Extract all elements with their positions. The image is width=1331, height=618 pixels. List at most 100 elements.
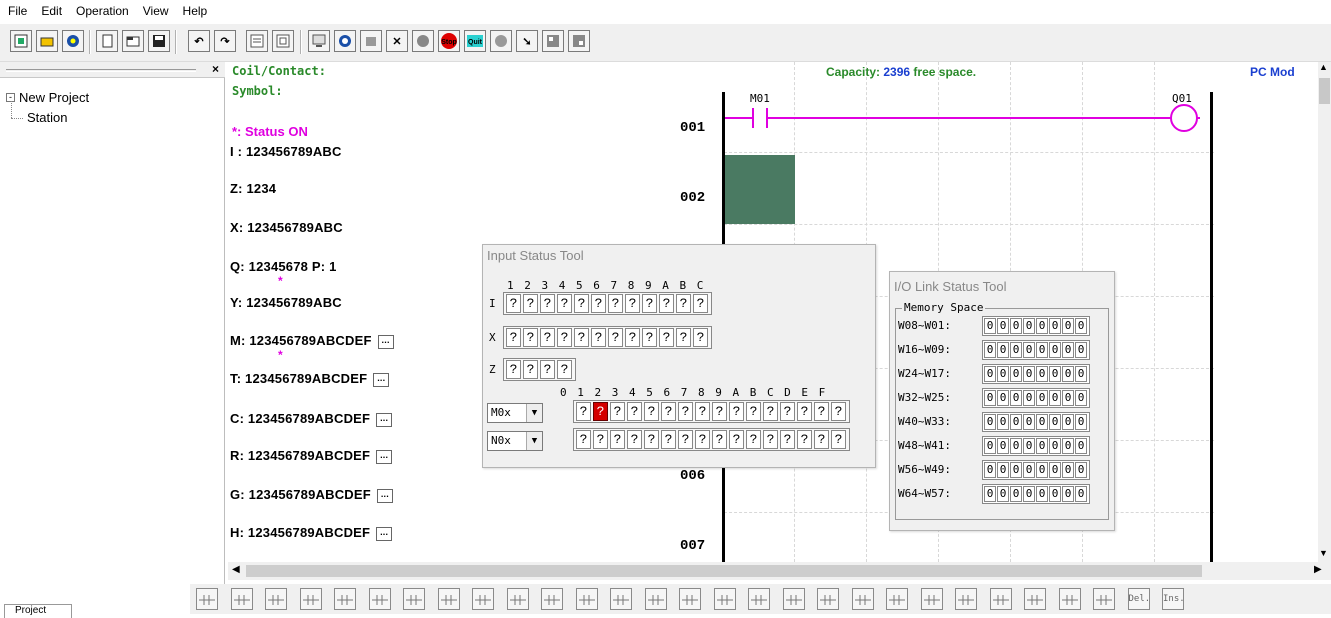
- input-m-cell[interactable]: ?: [763, 402, 778, 421]
- input-n-cell[interactable]: ?: [797, 430, 812, 449]
- n-select[interactable]: N0x ▼: [487, 431, 543, 451]
- input-m-cell[interactable]: ?: [831, 402, 846, 421]
- input-x-cell[interactable]: ?: [693, 328, 708, 347]
- input-m-cell[interactable]: ?: [729, 402, 744, 421]
- l-func-button[interactable]: [713, 588, 736, 610]
- p-func-button[interactable]: [679, 588, 701, 610]
- tool-icon[interactable]: ✕: [386, 30, 408, 52]
- y-coil-button[interactable]: [334, 588, 356, 610]
- ar-func-button[interactable]: [886, 588, 908, 610]
- input-z-cell[interactable]: ?: [557, 360, 572, 379]
- input-x-cell[interactable]: ?: [523, 328, 538, 347]
- horizontal-scrollbar[interactable]: ◀ ▶: [228, 562, 1331, 580]
- input-n-cell[interactable]: ?: [712, 430, 727, 449]
- menu-edit[interactable]: Edit: [39, 4, 64, 18]
- input-x-cell[interactable]: ?: [574, 328, 589, 347]
- input-n-cell[interactable]: ?: [746, 430, 761, 449]
- input-z-cell[interactable]: ?: [523, 360, 538, 379]
- earth-icon[interactable]: [412, 30, 434, 52]
- input-m-cell[interactable]: ?: [627, 402, 642, 421]
- input-n-cell[interactable]: ?: [729, 430, 744, 449]
- input-n-cell[interactable]: ?: [576, 430, 591, 449]
- lg-func-button[interactable]: [1024, 588, 1046, 610]
- input-x-cell[interactable]: ?: [506, 328, 521, 347]
- m-coil-button[interactable]: [368, 588, 391, 610]
- help-icon[interactable]: [62, 30, 84, 52]
- z-contact-button[interactable]: [265, 588, 287, 610]
- input-i-cell[interactable]: ?: [642, 294, 657, 313]
- input-n-cell[interactable]: ?: [610, 430, 625, 449]
- input-m-cell[interactable]: ?: [678, 402, 693, 421]
- input-i-cell[interactable]: ?: [693, 294, 708, 313]
- dr-func-button[interactable]: [955, 588, 977, 610]
- del-func-button[interactable]: Del.: [1127, 588, 1150, 610]
- cell-cursor[interactable]: [725, 155, 795, 224]
- t-coil-button[interactable]: [437, 588, 460, 610]
- menu-help[interactable]: Help: [181, 4, 210, 18]
- stop-run-icon[interactable]: Stop: [438, 30, 460, 52]
- q-coil-button[interactable]: [299, 588, 322, 610]
- input-n-cell[interactable]: ?: [763, 430, 778, 449]
- input-m-cell[interactable]: ?: [797, 402, 812, 421]
- redo-icon[interactable]: ↷: [214, 30, 236, 52]
- input-z-cell[interactable]: ?: [540, 360, 555, 379]
- h-func-button[interactable]: [644, 588, 667, 610]
- as-func-button[interactable]: [748, 588, 770, 610]
- scroll-up-icon[interactable]: ▲: [1319, 62, 1328, 72]
- circle-icon[interactable]: [490, 30, 512, 52]
- input-x-cell[interactable]: ?: [591, 328, 606, 347]
- fit-icon[interactable]: [272, 30, 294, 52]
- grid-icon[interactable]: [542, 30, 564, 52]
- close-pane-icon[interactable]: ×: [212, 62, 219, 76]
- n-coil-button[interactable]: [403, 588, 425, 610]
- input-x-cell[interactable]: ?: [642, 328, 657, 347]
- stop-icon[interactable]: [360, 30, 382, 52]
- scroll-right-icon[interactable]: ▶: [1314, 564, 1322, 575]
- i-contact-button[interactable]: [196, 588, 218, 610]
- input-i-cell[interactable]: ?: [608, 294, 623, 313]
- open-icon[interactable]: [122, 30, 144, 52]
- r-coil-button[interactable]: [506, 588, 529, 610]
- input-m-cell[interactable]: ?: [610, 402, 625, 421]
- tree-node-root[interactable]: - New Project: [6, 90, 89, 105]
- input-x-cell[interactable]: ?: [659, 328, 674, 347]
- input-x-cell[interactable]: ?: [676, 328, 691, 347]
- md-func-button[interactable]: [782, 588, 805, 610]
- scroll-thumb[interactable]: [1319, 78, 1330, 104]
- input-m-cell[interactable]: ?: [712, 402, 727, 421]
- line-func-button[interactable]: [1058, 588, 1081, 610]
- mu-func-button[interactable]: [989, 588, 1012, 610]
- input-m-cell[interactable]: ?: [780, 402, 795, 421]
- input-n-cell[interactable]: ?: [814, 430, 829, 449]
- input-i-cell[interactable]: ?: [557, 294, 572, 313]
- scroll-thumb[interactable]: [246, 565, 1202, 577]
- input-n-cell[interactable]: ?: [627, 430, 642, 449]
- mx-func-button[interactable]: [851, 588, 874, 610]
- c-more-button[interactable]: ...: [376, 412, 393, 427]
- undo-icon[interactable]: ↶: [188, 30, 210, 52]
- pi-func-button[interactable]: [817, 588, 839, 610]
- d-func-button[interactable]: [610, 588, 632, 610]
- m-more-button[interactable]: ...: [377, 334, 394, 349]
- quit-icon[interactable]: Quit: [464, 30, 486, 52]
- c-coil-button[interactable]: [472, 588, 494, 610]
- input-i-cell[interactable]: ?: [659, 294, 674, 313]
- input-i-cell[interactable]: ?: [540, 294, 555, 313]
- h-more-button[interactable]: ...: [376, 526, 393, 541]
- f-coil-button[interactable]: [575, 588, 598, 610]
- scroll-left-icon[interactable]: ◀: [232, 564, 240, 575]
- input-n-cell[interactable]: ?: [831, 430, 846, 449]
- m-select[interactable]: M0x ▼: [487, 403, 543, 423]
- ins-func-button[interactable]: Ins.: [1162, 588, 1185, 610]
- input-n-cell[interactable]: ?: [780, 430, 795, 449]
- input-x-cell[interactable]: ?: [557, 328, 572, 347]
- r-more-button[interactable]: ...: [376, 449, 393, 464]
- open-folder-icon[interactable]: [36, 30, 58, 52]
- refresh-icon[interactable]: [334, 30, 356, 52]
- input-n-cell[interactable]: ?: [661, 430, 676, 449]
- page-icon[interactable]: [246, 30, 268, 52]
- arrow-icon[interactable]: ➘: [516, 30, 538, 52]
- input-x-cell[interactable]: ?: [625, 328, 640, 347]
- g-more-button[interactable]: ...: [376, 488, 393, 503]
- x-contact-button[interactable]: [230, 588, 253, 610]
